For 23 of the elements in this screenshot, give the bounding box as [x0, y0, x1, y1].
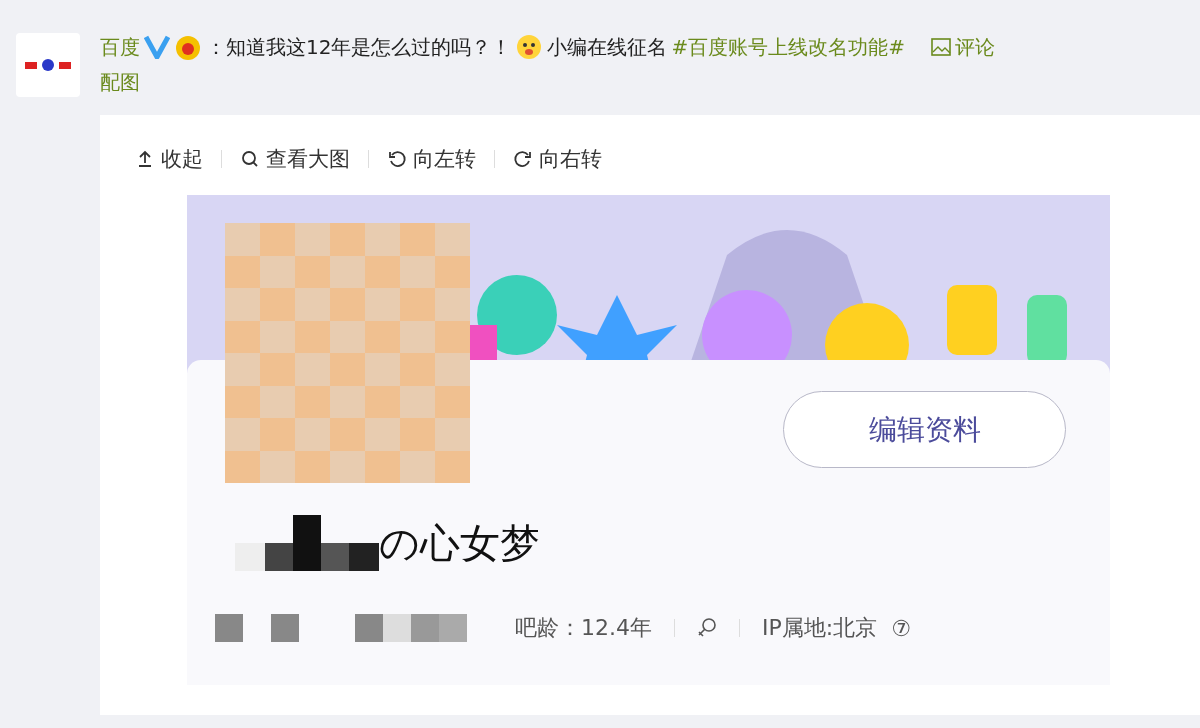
user-name: の心女梦	[379, 519, 540, 568]
baidu-logo	[16, 33, 80, 97]
toolbar-button[interactable]: 收起	[135, 145, 203, 173]
image-icon	[930, 38, 951, 56]
post-text: 小编在线征名	[547, 33, 668, 61]
hashtag-link[interactable]: #百度账号上线改名功能#	[671, 33, 905, 61]
rotate-right-icon	[513, 149, 533, 169]
image-comment-link[interactable]: 配图	[100, 69, 140, 96]
author-name[interactable]: 百度	[100, 33, 140, 61]
search-icon	[240, 149, 260, 169]
emoji-icon	[515, 33, 544, 61]
ip-location: IP属地:北京	[762, 614, 878, 642]
edit-profile-button[interactable]: 编辑资料	[783, 391, 1066, 468]
toolbar-button[interactable]: 向左转	[387, 145, 476, 173]
female-icon	[697, 617, 717, 639]
account-age: 吧龄：12.4年	[515, 614, 652, 642]
toolbar-button[interactable]: 向右转	[513, 145, 602, 173]
post-text: ：知道我这12年是怎么过的吗？！	[206, 33, 512, 61]
info-icon[interactable]: ⑦	[891, 615, 911, 641]
emoji-icon	[174, 33, 202, 61]
toolbar-button[interactable]: 查看大图	[240, 145, 350, 173]
image-comment-link[interactable]: 评论	[954, 33, 995, 61]
rotate-left-icon	[387, 149, 407, 169]
